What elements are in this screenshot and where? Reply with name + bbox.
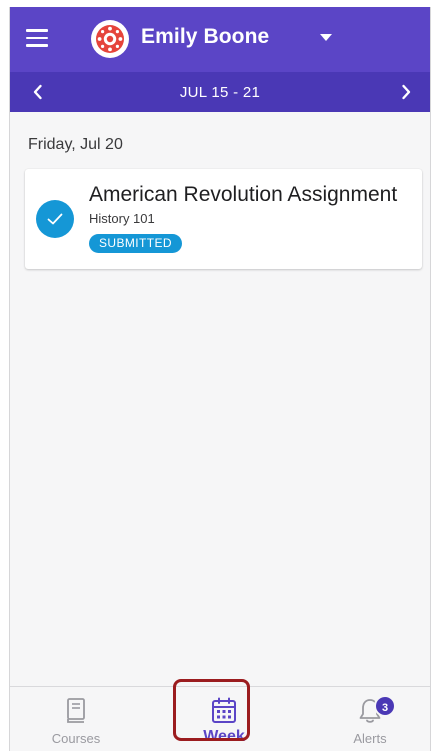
- nav-item-courses[interactable]: Courses: [26, 687, 126, 751]
- nav-item-week[interactable]: Week: [174, 687, 274, 751]
- check-icon: [36, 200, 74, 238]
- alerts-count-badge: 3: [374, 695, 396, 717]
- nav-label-alerts: Alerts: [353, 731, 387, 746]
- app-header: Emily Boone: [10, 7, 430, 72]
- week-range-label: JUL 15 - 21: [179, 84, 261, 101]
- assignment-course: History 101: [89, 211, 155, 226]
- nav-label-courses: Courses: [51, 731, 101, 746]
- bottom-nav: Courses Week 3 Alerts: [10, 686, 430, 751]
- caret-down-icon[interactable]: [320, 34, 332, 41]
- canvas-logo-icon: [91, 20, 129, 58]
- chevron-right-icon[interactable]: [386, 72, 426, 112]
- week-selector: JUL 15 - 21: [10, 72, 430, 112]
- user-name[interactable]: Emily Boone: [141, 25, 269, 49]
- book-icon: [62, 697, 90, 725]
- app-screen: Emily Boone JUL 15 - 21 Friday, Jul 20 A…: [9, 7, 431, 751]
- calendar-icon: [210, 697, 238, 725]
- nav-item-alerts[interactable]: 3 Alerts: [320, 687, 420, 751]
- assignment-card[interactable]: American Revolution Assignment History 1…: [25, 169, 422, 269]
- status-badge: SUBMITTED: [89, 234, 182, 253]
- hamburger-icon[interactable]: [26, 29, 48, 47]
- day-heading: Friday, Jul 20: [28, 136, 123, 153]
- nav-label-week: Week: [203, 728, 245, 745]
- assignment-title[interactable]: American Revolution Assignment: [89, 183, 415, 207]
